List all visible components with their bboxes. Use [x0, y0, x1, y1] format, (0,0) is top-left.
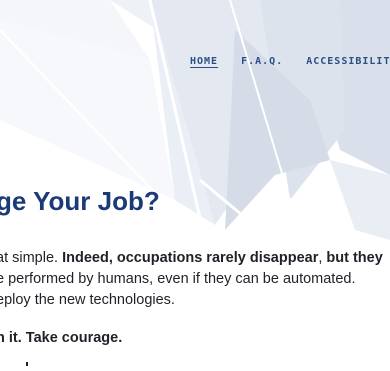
nav-accessibility-link[interactable]: ACCESSIBILITY: [306, 56, 390, 67]
background-shape: [0, 20, 175, 200]
nav-home-link[interactable]: HOME: [190, 56, 218, 67]
main-navigation: HOME F.A.Q. ACCESSIBILITY: [190, 56, 390, 67]
page-headline: ge Your Job?: [0, 186, 160, 216]
nav-faq-link[interactable]: F.A.Q.: [241, 56, 283, 67]
cropped-text-fragment: [26, 362, 28, 366]
emphasis-text: Indeed, occupations rarely disappear: [62, 250, 319, 266]
intro-line-1: at simple. Indeed, occupations rarely di…: [0, 248, 390, 269]
closing-statement: h it. Take courage.: [0, 330, 123, 346]
intro-line-3: eploy the new technologies.: [0, 292, 175, 308]
intro-line-2: e performed by humans, even if they can …: [0, 271, 356, 287]
background-shape: [330, 160, 390, 240]
intro-paragraph: at simple. Indeed, occupations rarely di…: [0, 248, 390, 311]
text-segment: at simple.: [0, 250, 63, 266]
emphasis-text: but they: [326, 250, 383, 266]
